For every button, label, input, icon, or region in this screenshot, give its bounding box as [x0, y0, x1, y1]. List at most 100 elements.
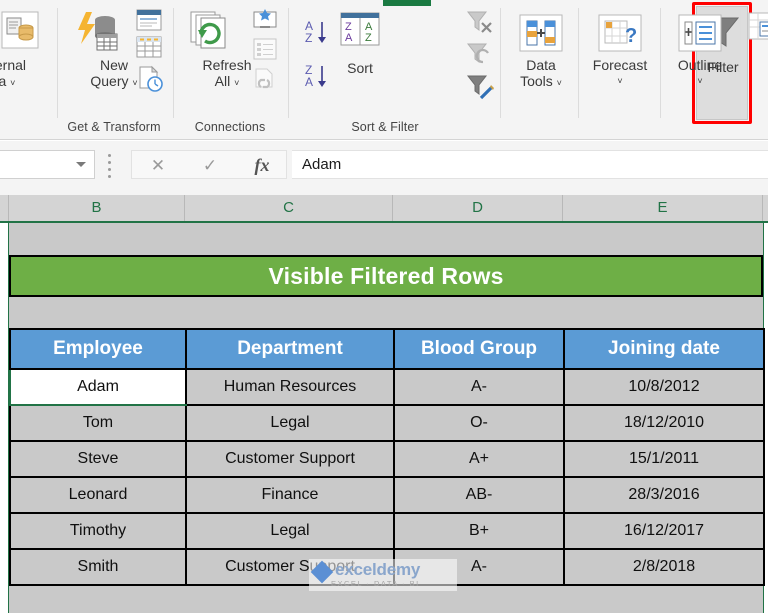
recent-sources-icon[interactable]: [137, 65, 163, 92]
grid-left-edge: [0, 223, 9, 613]
group-separator: [578, 8, 579, 118]
enter-icon[interactable]: ✓: [184, 151, 236, 180]
table-row: Timothy Legal B+ 16/12/2017: [9, 512, 765, 550]
cell-blood-group[interactable]: A+: [393, 440, 565, 478]
column-header-c[interactable]: C: [185, 195, 393, 221]
cell-blood-group[interactable]: AB-: [393, 476, 565, 514]
cancel-icon[interactable]: ✕: [132, 151, 184, 180]
cell-department[interactable]: Human Resources: [185, 368, 395, 406]
data-tools-label-2: Tools ˅: [520, 73, 562, 89]
cell-employee[interactable]: Steve: [9, 440, 187, 478]
formula-input[interactable]: Adam: [292, 150, 768, 179]
table-row: Leonard Finance AB- 28/3/2016: [9, 476, 765, 514]
data-tools-label-1: Data: [526, 57, 556, 73]
data-tools-button[interactable]: Data Tools ˅: [502, 57, 580, 91]
name-box[interactable]: [0, 150, 95, 179]
cell-joining-date[interactable]: 15/1/2011: [563, 440, 765, 478]
chevron-down-icon[interactable]: [76, 162, 86, 167]
cell-blood-group[interactable]: B+: [393, 512, 565, 550]
chevron-down-icon: ˅: [556, 78, 562, 88]
ribbon-group-sort-and-filter: A Z Z A Z A A Z Sort Filter Sort & Filte…: [290, 0, 752, 140]
external-data-icon: [0, 10, 40, 50]
worksheet-grid: Visible Filtered Rows Employee Departmen…: [0, 223, 768, 613]
column-header-blood-group[interactable]: Blood Group: [393, 328, 565, 370]
column-header-e[interactable]: E: [563, 195, 763, 221]
show-queries-icon[interactable]: [136, 9, 162, 31]
group-label-connections: Connections: [194, 120, 266, 134]
column-headers: B C D E: [0, 195, 768, 223]
ribbon-data-tab: xternal ta ˅ New Query ˅: [0, 0, 768, 140]
clear-filter-icon: [466, 10, 494, 36]
column-header-b[interactable]: B: [9, 195, 185, 221]
reapply-filter-icon: [466, 42, 494, 68]
cell-blood-group[interactable]: A-: [393, 548, 565, 586]
svg-text:A: A: [345, 32, 353, 44]
group-separator: [660, 8, 661, 118]
outline-icon: [678, 14, 722, 52]
cell-department[interactable]: Customer Support: [185, 440, 395, 478]
chevron-down-icon: ˅: [234, 78, 240, 88]
table-header-row: Employee Department Blood Group Joining …: [9, 328, 765, 370]
forecast-label: Forecast: [592, 57, 648, 73]
svg-text:Z: Z: [305, 31, 312, 45]
formula-bar-drag-handle[interactable]: [108, 154, 112, 178]
group-separator: [288, 8, 289, 118]
column-header-employee[interactable]: Employee: [9, 328, 187, 370]
sort-button[interactable]: Sort: [332, 60, 388, 76]
new-query-icon: [76, 10, 124, 54]
column-header-joining-date[interactable]: Joining date: [563, 328, 765, 370]
insert-function-icon[interactable]: fx: [236, 151, 288, 180]
column-header-department[interactable]: Department: [185, 328, 395, 370]
cell-department[interactable]: Legal: [185, 404, 395, 442]
get-external-data-button[interactable]: xternal ta ˅: [0, 57, 60, 91]
connections-icon[interactable]: [252, 8, 278, 32]
cell-joining-date[interactable]: 28/3/2016: [563, 476, 765, 514]
advanced-filter-icon[interactable]: [466, 74, 494, 100]
ribbon-group-connections: Refresh All ˅ Connections: [176, 0, 284, 140]
ribbon-group-forecast: ? Forecast ˅: [580, 0, 660, 140]
forecast-button[interactable]: Forecast ˅: [580, 57, 660, 89]
cell-employee[interactable]: Adam: [9, 368, 187, 406]
group-separator: [500, 8, 501, 118]
chevron-down-icon: ˅: [617, 76, 623, 86]
cell-blood-group[interactable]: O-: [393, 404, 565, 442]
cell-department[interactable]: Finance: [185, 476, 395, 514]
ribbon-group-outline: Outline ˅: [662, 0, 738, 140]
cell-employee[interactable]: Smith: [9, 548, 187, 586]
sort-a-to-z-icon[interactable]: A Z: [304, 18, 338, 46]
group-separator: [740, 8, 741, 118]
cell-joining-date[interactable]: 2/8/2018: [563, 548, 765, 586]
cell-joining-date[interactable]: 10/8/2012: [563, 368, 765, 406]
cell-employee[interactable]: Leonard: [9, 476, 187, 514]
formula-bar-buttons: ✕ ✓ fx: [131, 150, 287, 179]
cell-joining-date[interactable]: 16/12/2017: [563, 512, 765, 550]
table-row: Smith Customer Support A- 2/8/2018: [9, 548, 765, 586]
svg-text:?: ?: [625, 25, 637, 47]
chevron-down-icon: ˅: [697, 76, 703, 86]
outline-label: Outline: [677, 57, 723, 73]
table-row: Adam Human Resources A- 10/8/2012: [9, 368, 765, 406]
column-header-a[interactable]: [0, 195, 9, 221]
svg-text:A: A: [305, 75, 313, 89]
get-external-data-label-2: ta ˅: [0, 73, 16, 89]
cell-employee[interactable]: Tom: [9, 404, 187, 442]
column-header-d[interactable]: D: [393, 195, 563, 221]
cell-blood-group[interactable]: A-: [393, 368, 565, 406]
cell-department[interactable]: Legal: [185, 512, 395, 550]
refresh-all-icon: [188, 10, 234, 52]
cell-employee[interactable]: Timothy: [9, 512, 187, 550]
svg-text:Z: Z: [365, 32, 372, 44]
get-external-data-label-1: xternal: [0, 57, 27, 73]
ribbon-group-get-external-data: xternal ta ˅: [0, 0, 60, 140]
cell-joining-date[interactable]: 18/12/2010: [563, 404, 765, 442]
from-table-icon[interactable]: [136, 36, 162, 58]
data-tools-icon: [519, 14, 563, 52]
cell-department[interactable]: Customer Support: [185, 548, 395, 586]
subtotal-icon[interactable]: [748, 12, 768, 46]
forecast-icon: ?: [598, 14, 642, 52]
edit-links-icon: [253, 68, 279, 92]
sheet-title-banner: Visible Filtered Rows: [9, 255, 763, 297]
sort-icon: Z A A Z: [340, 12, 380, 46]
outline-button[interactable]: Outline ˅: [662, 57, 738, 89]
data-table: Employee Department Blood Group Joining …: [9, 328, 765, 586]
